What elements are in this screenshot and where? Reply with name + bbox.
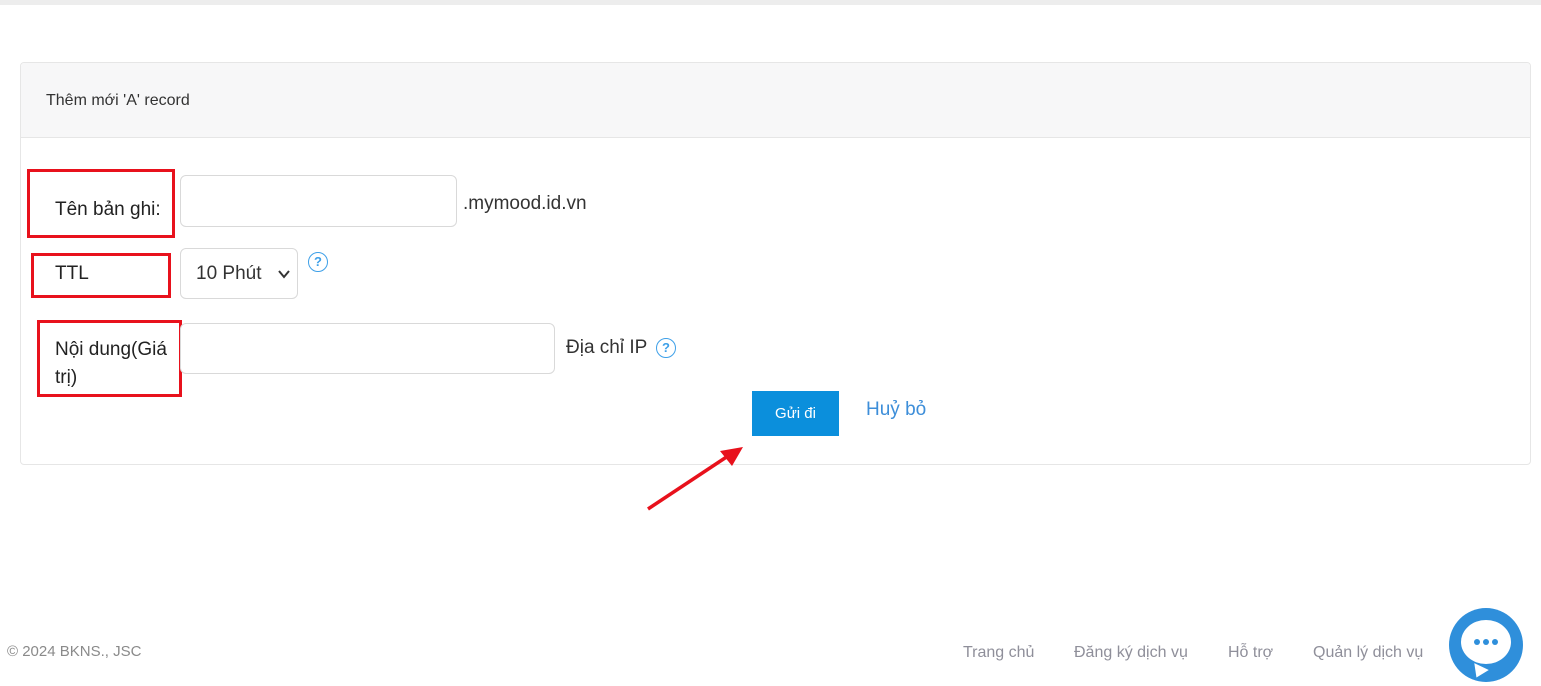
cancel-link[interactable]: Huỷ bỏ (866, 399, 926, 421)
panel-header: Thêm mới 'A' record (21, 63, 1530, 138)
chevron-down-icon (278, 270, 290, 279)
footer-copyright: © 2024 BKNS., JSC (7, 643, 142, 660)
ttl-select[interactable]: 10 Phút (180, 248, 298, 299)
ttl-label: TTL (55, 263, 89, 284)
record-name-label: Tên bản ghi: (55, 199, 161, 220)
footer-link-register[interactable]: Đăng ký dịch vụ (1074, 644, 1188, 662)
footer-link-manage[interactable]: Quản lý dịch vụ (1313, 644, 1423, 662)
content-value-input[interactable] (180, 323, 555, 374)
content-label-line2: trị) (55, 367, 78, 388)
ttl-help-icon[interactable]: ? (308, 252, 328, 272)
ip-help-icon[interactable]: ? (656, 338, 676, 358)
panel-title: Thêm mới 'A' record (46, 92, 190, 109)
footer-link-support[interactable]: Hỗ trợ (1228, 644, 1273, 662)
ip-address-hint: Địa chỉ IP (566, 337, 648, 358)
annotation-arrow-icon (647, 447, 743, 511)
ttl-selected-value: 10 Phút (196, 263, 262, 284)
record-name-input[interactable] (180, 175, 457, 227)
content-label-line1: Nội dung(Giá (55, 339, 167, 360)
domain-suffix: .mymood.id.vn (463, 193, 587, 214)
top-bar (0, 0, 1541, 5)
chat-bubble-icon[interactable] (1449, 608, 1523, 682)
footer-link-home[interactable]: Trang chủ (963, 644, 1034, 662)
annotation-box-ttl (31, 253, 171, 298)
submit-button[interactable]: Gửi đi (752, 391, 839, 436)
